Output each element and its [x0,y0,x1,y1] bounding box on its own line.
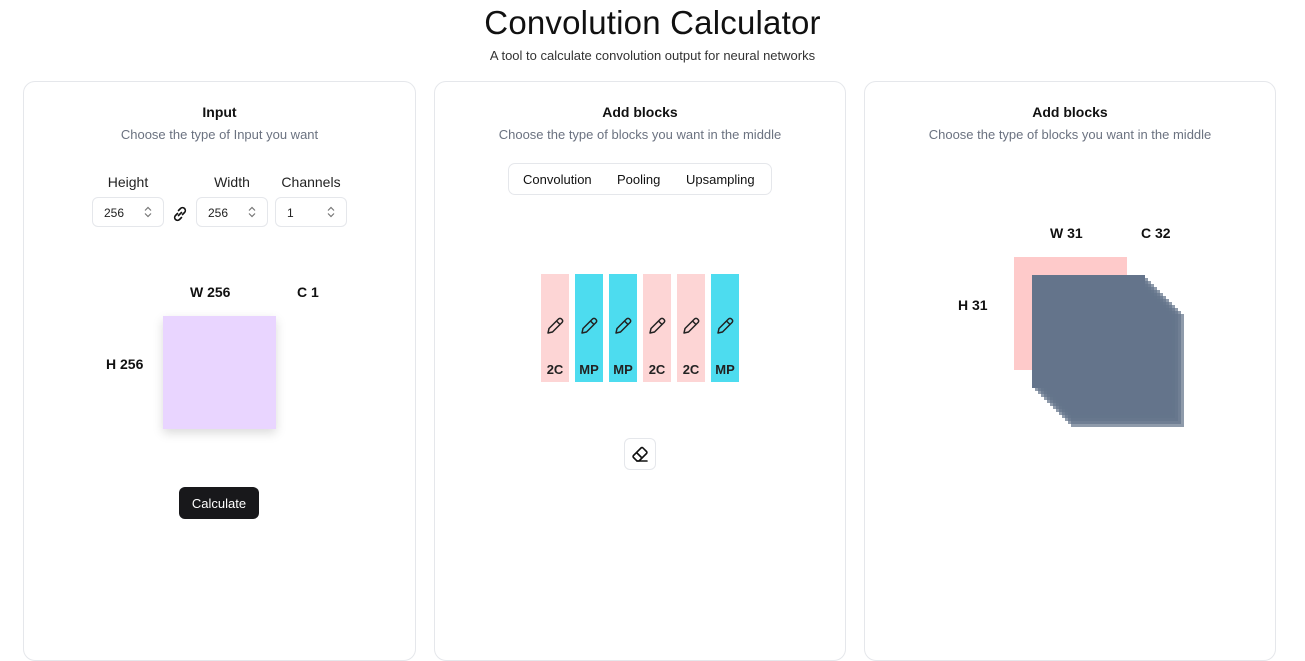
output-tensor-preview [1014,257,1184,427]
page-title: Convolution Calculator [484,4,821,41]
block-pooling[interactable]: MP [575,274,603,382]
channels-input-value: 1 [287,206,294,220]
input-height-label: H 256 [106,356,144,372]
width-label: Width [214,174,250,190]
width-input-value: 256 [208,206,229,220]
output-channel-layer [1032,275,1145,388]
channels-input[interactable]: 1 [275,197,347,227]
block-label: 2C [648,362,666,377]
input-card-description: Choose the type of Input you want [120,127,319,142]
stepper-icon[interactable] [247,206,257,218]
height-label: Height [107,174,149,190]
block-label: 2C [682,362,700,377]
link-icon[interactable] [170,204,190,224]
height-input-value: 256 [104,206,125,220]
calculate-button[interactable]: Calculate [179,487,259,519]
output-card: Add blocks Choose the type of blocks you… [864,81,1276,661]
eraser-icon [632,446,648,462]
clear-blocks-button[interactable] [624,438,656,470]
block-label: 2C [546,362,564,377]
tab-pooling[interactable]: Pooling [617,172,660,187]
block-pooling[interactable]: MP [711,274,739,382]
block-type-tabs: Convolution Pooling Upsampling [508,163,772,195]
input-tensor-preview [163,316,276,429]
tab-upsampling[interactable]: Upsampling [686,172,755,187]
block-pooling[interactable]: MP [609,274,637,382]
stepper-icon[interactable] [326,206,336,218]
pencil-icon[interactable] [646,315,668,337]
pencil-icon[interactable] [578,315,600,337]
pencil-icon[interactable] [680,315,702,337]
pencil-icon[interactable] [544,315,566,337]
blocks-card-description: Choose the type of blocks you want in th… [498,127,782,142]
page-subtitle: A tool to calculate convolution output f… [489,48,816,63]
block-convolution[interactable]: 2C [677,274,705,382]
channels-label: Channels [281,174,341,190]
width-input[interactable]: 256 [196,197,268,227]
input-width-label: W 256 [190,284,231,300]
input-card-title: Input [202,104,237,120]
block-label: MP [579,362,599,377]
stepper-icon[interactable] [143,206,153,218]
block-convolution[interactable]: 2C [643,274,671,382]
block-label: MP [613,362,633,377]
pencil-icon[interactable] [714,315,736,337]
height-input[interactable]: 256 [92,197,164,227]
block-convolution[interactable]: 2C [541,274,569,382]
tab-convolution[interactable]: Convolution [523,172,592,187]
block-label: MP [715,362,735,377]
blocks-card-title: Add blocks [602,104,678,120]
input-card: Input Choose the type of Input you want … [23,81,416,661]
blocks-card: Add blocks Choose the type of blocks you… [434,81,846,661]
pencil-icon[interactable] [612,315,634,337]
input-channels-label: C 1 [297,284,319,300]
